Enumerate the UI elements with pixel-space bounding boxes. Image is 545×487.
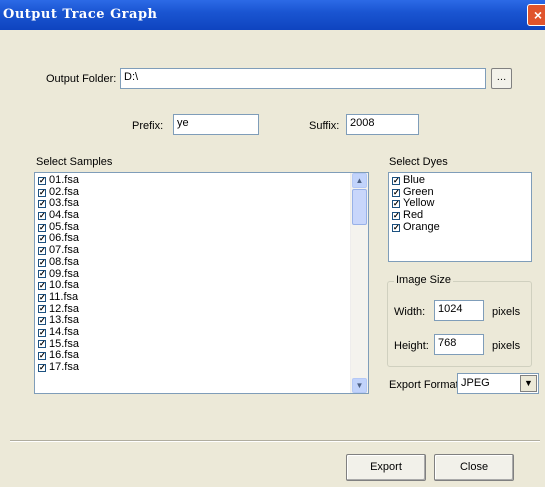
sample-list-item[interactable]: ✓ 12.fsa xyxy=(35,303,368,316)
item-label: 17.fsa xyxy=(49,361,79,373)
item-label: 04.fsa xyxy=(49,209,79,222)
scroll-up-arrow-icon[interactable]: ▲ xyxy=(352,173,367,188)
sample-list-item[interactable]: ✓ 13.fsa xyxy=(35,315,368,327)
samples-list: ✓ 01.fsa ✓ 02.fsa ✓ 03.fsa ✓ 04.fsa ✓ 05.fsa ✓ 06.f… xyxy=(35,173,368,374)
height-label: Height: xyxy=(394,340,429,352)
suffix-label: Suffix: xyxy=(309,120,340,132)
width-label: Width: xyxy=(394,306,426,318)
dye-list-item[interactable]: ✓ Red xyxy=(389,209,531,222)
dyes-listbox[interactable]: ✓ Blue ✓ Green ✓ Yellow ✓ Red ✓ Orange xyxy=(388,172,532,262)
output-folder-input[interactable]: D:\ xyxy=(120,68,486,89)
samples-scrollbar[interactable]: ▲ ▼ xyxy=(350,173,368,393)
separator xyxy=(10,440,540,442)
checkbox[interactable]: ✓ xyxy=(38,282,46,291)
checkbox[interactable]: ✓ xyxy=(38,363,46,372)
dialog-window: Output Trace Graph × Output Folder: D:\ … xyxy=(0,0,545,487)
item-label: 01.fsa xyxy=(49,174,79,186)
output-folder-label: Output Folder: xyxy=(46,73,117,85)
dye-list-item[interactable]: ✓ Blue xyxy=(389,174,531,187)
image-size-label: Image Size xyxy=(394,274,454,286)
checkbox[interactable]: ✓ xyxy=(38,188,46,197)
sample-list-item[interactable]: ✓ 01.fsa xyxy=(35,174,368,187)
width-input[interactable]: 1024 xyxy=(434,300,484,321)
checkbox[interactable]: ✓ xyxy=(38,317,46,326)
prefix-input[interactable]: ye xyxy=(173,114,259,135)
sample-list-item[interactable]: ✓ 10.fsa xyxy=(35,279,368,292)
checkbox[interactable]: ✓ xyxy=(392,223,400,232)
browse-icon: … xyxy=(496,72,507,83)
export-format-label: Export Format: xyxy=(389,379,462,391)
checkbox[interactable]: ✓ xyxy=(38,176,46,185)
checkbox[interactable]: ✓ xyxy=(38,328,46,337)
sample-list-item[interactable]: ✓ 17.fsa xyxy=(35,361,368,374)
dye-list-item[interactable]: ✓ Orange xyxy=(389,220,531,234)
item-label: 11.fsa xyxy=(49,290,79,303)
sample-list-item[interactable]: ✓ 11.fsa xyxy=(35,290,368,304)
suffix-input[interactable]: 2008 xyxy=(346,114,419,135)
browse-folder-button[interactable]: … xyxy=(491,68,512,89)
sample-list-item[interactable]: ✓ 09.fsa xyxy=(35,268,368,281)
checkbox[interactable]: ✓ xyxy=(38,223,46,232)
sample-list-item[interactable]: ✓ 08.fsa xyxy=(35,255,368,269)
prefix-label: Prefix: xyxy=(132,120,164,132)
checkbox[interactable]: ✓ xyxy=(392,211,400,220)
close-button-label: Close xyxy=(459,461,489,473)
close-button[interactable]: Close xyxy=(434,454,514,481)
sample-list-item[interactable]: ✓ 03.fsa xyxy=(35,198,368,210)
checkbox[interactable]: ✓ xyxy=(38,305,46,314)
checkbox[interactable]: ✓ xyxy=(38,246,46,255)
scroll-down-arrow-icon[interactable]: ▼ xyxy=(352,378,367,393)
item-label: 08.fsa xyxy=(49,255,79,268)
chevron-down-icon[interactable]: ▼ xyxy=(520,375,537,392)
item-label: Orange xyxy=(403,220,440,233)
window-title: Output Trace Graph xyxy=(3,7,158,22)
close-window-button[interactable]: × xyxy=(527,4,545,26)
checkbox[interactable]: ✓ xyxy=(392,188,400,197)
select-samples-label: Select Samples xyxy=(36,156,113,168)
export-button-label: Export xyxy=(370,461,402,473)
dyes-list: ✓ Blue ✓ Green ✓ Yellow ✓ Red ✓ Orange xyxy=(389,173,531,233)
export-format-value: JPEG xyxy=(461,377,490,389)
sample-list-item[interactable]: ✓ 16.fsa xyxy=(35,350,368,362)
checkbox[interactable]: ✓ xyxy=(392,176,400,185)
export-format-select[interactable]: JPEG ▼ xyxy=(457,373,539,394)
samples-listbox[interactable]: ✓ 01.fsa ✓ 02.fsa ✓ 03.fsa ✓ 04.fsa ✓ 05.fsa ✓ 06.f… xyxy=(34,172,369,394)
checkbox[interactable]: ✓ xyxy=(38,293,46,302)
sample-list-item[interactable]: ✓ 06.fsa xyxy=(35,233,368,245)
height-input[interactable]: 768 xyxy=(434,334,484,355)
checkbox[interactable]: ✓ xyxy=(38,352,46,361)
checkbox[interactable]: ✓ xyxy=(38,235,46,244)
export-button[interactable]: Export xyxy=(346,454,426,481)
item-label: Red xyxy=(403,209,424,222)
sample-list-item[interactable]: ✓ 14.fsa xyxy=(35,325,368,339)
sample-list-item[interactable]: ✓ 04.fsa xyxy=(35,209,368,222)
sample-list-item[interactable]: ✓ 15.fsa xyxy=(35,338,368,351)
sample-list-item[interactable]: ✓ 07.fsa xyxy=(35,244,368,257)
width-unit: pixels xyxy=(492,306,521,318)
sample-list-item[interactable]: ✓ 02.fsa xyxy=(35,186,368,199)
checkbox[interactable]: ✓ xyxy=(38,270,46,279)
close-icon: × xyxy=(533,7,543,23)
checkbox[interactable]: ✓ xyxy=(38,340,46,349)
checkbox[interactable]: ✓ xyxy=(38,211,46,220)
item-label: 14.fsa xyxy=(49,325,79,338)
select-dyes-label: Select Dyes xyxy=(389,156,448,168)
sample-list-item[interactable]: ✓ 05.fsa xyxy=(35,221,368,234)
title-bar: Output Trace Graph × xyxy=(0,0,545,30)
item-label: Blue xyxy=(403,174,426,186)
height-unit: pixels xyxy=(492,340,521,352)
checkbox[interactable]: ✓ xyxy=(38,200,46,209)
checkbox[interactable]: ✓ xyxy=(392,200,400,209)
checkbox[interactable]: ✓ xyxy=(38,258,46,267)
scroll-thumb[interactable] xyxy=(352,189,367,225)
